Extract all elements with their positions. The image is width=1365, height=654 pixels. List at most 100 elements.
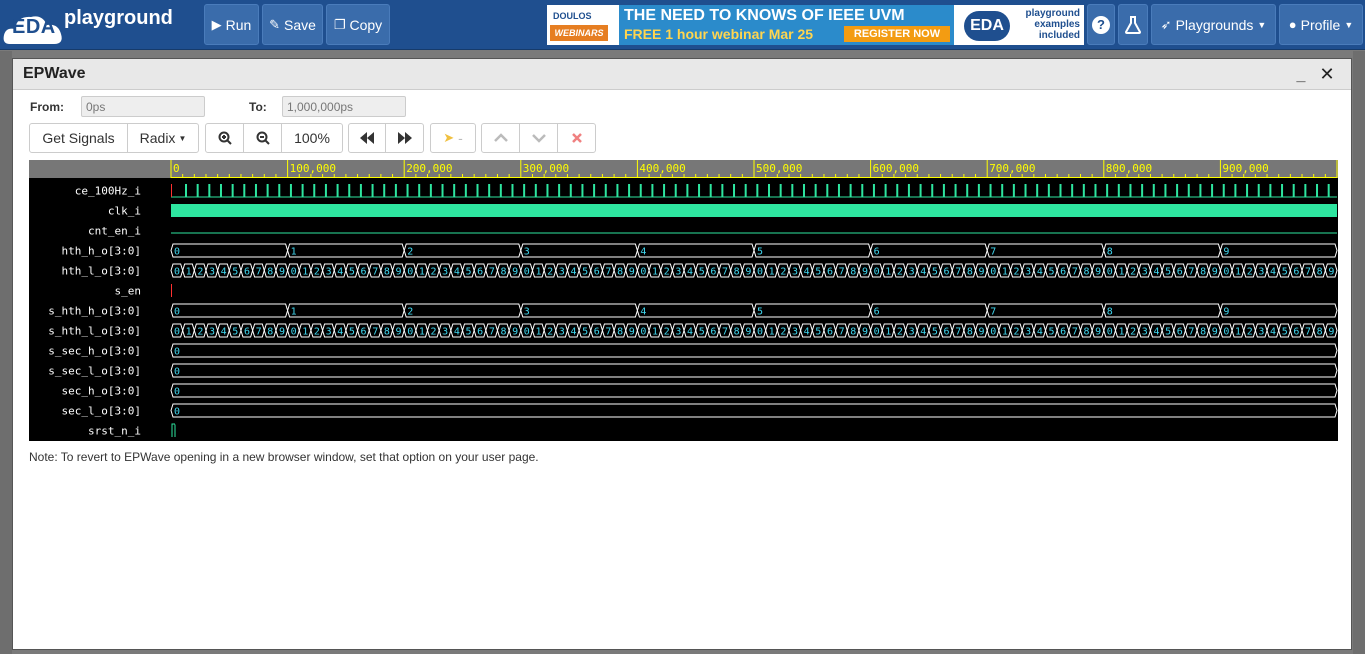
bus-value: 3: [209, 267, 215, 278]
from-input[interactable]: 0ps: [81, 96, 205, 117]
minimize-button[interactable]: _: [1292, 63, 1310, 85]
bus-value: 7: [839, 327, 845, 338]
bus-value: 1: [186, 327, 192, 338]
bus-value: 7: [1305, 327, 1311, 338]
run-button[interactable]: ▶ Run: [204, 4, 259, 45]
bus-value: 9: [862, 267, 868, 278]
bus-value: 0: [407, 267, 413, 278]
move-up-button[interactable]: [482, 124, 520, 152]
pulse-mark: [931, 184, 934, 197]
pulse-mark: [488, 184, 491, 197]
playgrounds-menu[interactable]: ➶ Playgrounds ▼: [1151, 4, 1276, 45]
ruler-label: 800,000: [1106, 162, 1152, 175]
pulse-mark: [301, 184, 304, 197]
zoom-level-button[interactable]: 100%: [282, 124, 342, 152]
pulse-mark: [802, 184, 805, 197]
waveform-canvas[interactable]: 0 100,000 200,000 300,000 400,000 500,000 600,…: [29, 160, 1338, 441]
bus-value: 2: [1247, 327, 1253, 338]
pulse-mark: [989, 184, 992, 197]
pulse-mark: [756, 184, 759, 197]
signal-name: hth_h_o[3:0]: [62, 245, 141, 258]
bus-value: 3: [209, 327, 215, 338]
bus-value: 5: [349, 267, 355, 278]
forward-icon: [397, 132, 412, 144]
bus-value: 4: [454, 267, 460, 278]
bus-value: 8: [617, 267, 623, 278]
forward-button[interactable]: [386, 124, 423, 152]
bus-value: 3: [442, 327, 448, 338]
caret-down-icon: ▼: [178, 133, 187, 143]
bus-value: 8: [1200, 267, 1206, 278]
copy-button[interactable]: ❐ Copy: [326, 4, 390, 45]
bus-value: 9: [1095, 327, 1101, 338]
bus-value: 6: [874, 307, 880, 318]
bus-value: 6: [874, 247, 880, 258]
bus-value: 5: [699, 267, 705, 278]
waveform-viewer[interactable]: 0 100,000 200,000 300,000 400,000 500,000 600,…: [29, 160, 1338, 441]
save-button[interactable]: ✎ Save: [262, 4, 323, 45]
bus-value: 0: [1223, 327, 1229, 338]
marker-button[interactable]: ➤ -: [430, 123, 476, 153]
radix-button[interactable]: Radix ▼: [128, 124, 198, 152]
bus-value: 3: [909, 267, 915, 278]
profile-menu[interactable]: ● Profile ▼: [1279, 4, 1363, 45]
signal-name: ce_100Hz_i: [75, 185, 141, 198]
bus-value: 2: [1014, 327, 1020, 338]
bus-value: 0: [1107, 267, 1113, 278]
bus-value: 0: [174, 347, 180, 358]
close-button[interactable]: ✕: [1318, 63, 1336, 85]
bus-value: 5: [932, 327, 938, 338]
bus-value: 4: [1037, 267, 1043, 278]
backward-button[interactable]: [349, 124, 386, 152]
help-button[interactable]: ?: [1087, 4, 1115, 45]
bus-value: 5: [582, 327, 588, 338]
caret-down-icon: ▼: [1344, 19, 1354, 30]
webinar-advertisement[interactable]: DOULOS WEBINARS THE NEED TO KNOWS OF IEE…: [547, 5, 1084, 45]
bus-value: 3: [1025, 267, 1031, 278]
bus-segment: [287, 303, 405, 318]
bus-value: 6: [827, 327, 833, 338]
bus-value: 0: [990, 267, 996, 278]
signal-name: cnt_en_i: [88, 225, 141, 238]
zoom-in-button[interactable]: [206, 124, 244, 152]
logo-playground-text: playground: [64, 7, 173, 29]
pulse-mark: [674, 184, 677, 197]
bus-segment: [287, 243, 405, 258]
ad-register-button[interactable]: REGISTER NOW: [844, 26, 950, 42]
to-input[interactable]: 1,000,000ps: [282, 96, 406, 117]
pulse-mark: [744, 184, 747, 197]
pulse-mark: [196, 184, 199, 197]
bus-value: 3: [326, 327, 332, 338]
move-down-button[interactable]: [520, 124, 558, 152]
pulse-mark: [336, 184, 339, 197]
pulse-mark: [1281, 184, 1284, 197]
ad-banner: THE NEED TO KNOWS OF IEEE UVM FREE 1 hou…: [619, 5, 954, 45]
pulse-mark: [791, 184, 794, 197]
ruler-label: 100,000: [290, 162, 336, 175]
bus-value: 7: [955, 267, 961, 278]
pulse-mark: [1047, 184, 1050, 197]
bus-value: 4: [1270, 327, 1276, 338]
bus-value: 2: [897, 267, 903, 278]
bus-value: 1: [652, 327, 658, 338]
bus-segment: [170, 363, 1338, 378]
bus-value: 8: [500, 327, 506, 338]
pulse-mark: [359, 184, 362, 197]
bus-value: 8: [850, 327, 856, 338]
bus-value: 6: [1177, 267, 1183, 278]
pulse-mark: [348, 184, 351, 197]
bus-value: 4: [920, 327, 926, 338]
bus-value: 0: [1107, 327, 1113, 338]
remove-button[interactable]: [558, 124, 595, 152]
lab-button[interactable]: [1118, 4, 1148, 45]
pulse-mark: [464, 184, 467, 197]
bus-segment: [520, 303, 638, 318]
get-signals-button[interactable]: Get Signals: [30, 124, 128, 152]
bus-value: 5: [815, 327, 821, 338]
eda-playground-logo[interactable]: EDA playground: [2, 4, 197, 46]
zoom-out-button[interactable]: [244, 124, 282, 152]
bus-value: 4: [687, 267, 693, 278]
bus-value: 6: [244, 267, 250, 278]
navigate-group: [348, 123, 424, 153]
bus-value: 9: [1212, 327, 1218, 338]
